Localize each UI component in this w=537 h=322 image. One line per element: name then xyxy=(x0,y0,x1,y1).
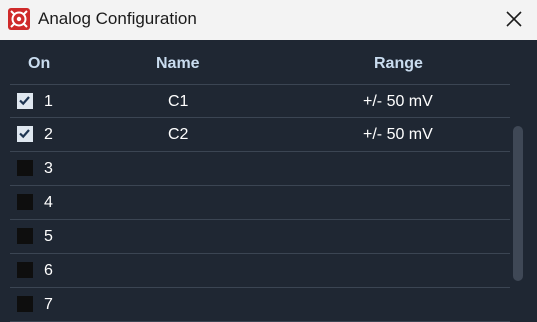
channel-6-checkbox[interactable] xyxy=(17,262,33,278)
close-button[interactable] xyxy=(499,4,529,34)
checkmark-icon xyxy=(19,129,30,139)
column-header-on[interactable]: On xyxy=(28,54,50,74)
close-icon xyxy=(506,11,522,27)
channel-number: 4 xyxy=(44,194,53,211)
table-row[interactable]: 4 xyxy=(10,186,510,220)
scrollbar-thumb[interactable] xyxy=(513,126,523,281)
checkmark-icon xyxy=(19,96,30,106)
channel-5-checkbox[interactable] xyxy=(17,228,33,244)
table-row[interactable]: 7 xyxy=(10,288,510,322)
table-row[interactable]: 1 C1 +/- 50 mV xyxy=(10,84,510,118)
table-row[interactable]: 5 xyxy=(10,220,510,254)
table-header: On Name Range xyxy=(0,40,510,84)
app-logo-icon xyxy=(8,8,30,30)
channel-number: 3 xyxy=(44,160,53,177)
channel-1-checkbox[interactable] xyxy=(17,93,33,109)
channel-range[interactable]: +/- 50 mV xyxy=(363,92,433,112)
channel-3-checkbox[interactable] xyxy=(17,160,33,176)
channel-list: 1 C1 +/- 50 mV 2 C2 +/- 50 mV 3 4 5 6 7 xyxy=(10,84,510,322)
channel-number: 6 xyxy=(44,262,53,279)
column-header-range[interactable]: Range xyxy=(374,54,423,74)
title-bar: Analog Configuration xyxy=(0,0,537,40)
column-header-name[interactable]: Name xyxy=(156,54,200,74)
configuration-panel: On Name Range 1 C1 +/- 50 mV 2 C2 +/- 50… xyxy=(0,40,537,322)
channel-name[interactable]: C1 xyxy=(168,92,188,112)
table-row[interactable]: 6 xyxy=(10,254,510,288)
window-title: Analog Configuration xyxy=(38,9,197,28)
channel-number: 5 xyxy=(44,228,53,245)
channel-7-checkbox[interactable] xyxy=(17,296,33,312)
channel-range[interactable]: +/- 50 mV xyxy=(363,125,433,145)
channel-number: 1 xyxy=(44,93,53,110)
channel-4-checkbox[interactable] xyxy=(17,194,33,210)
table-row[interactable]: 3 xyxy=(10,152,510,186)
channel-2-checkbox[interactable] xyxy=(17,126,33,142)
table-row[interactable]: 2 C2 +/- 50 mV xyxy=(10,118,510,152)
channel-name[interactable]: C2 xyxy=(168,125,188,145)
channel-number: 2 xyxy=(44,126,53,143)
channel-number: 7 xyxy=(44,296,53,313)
